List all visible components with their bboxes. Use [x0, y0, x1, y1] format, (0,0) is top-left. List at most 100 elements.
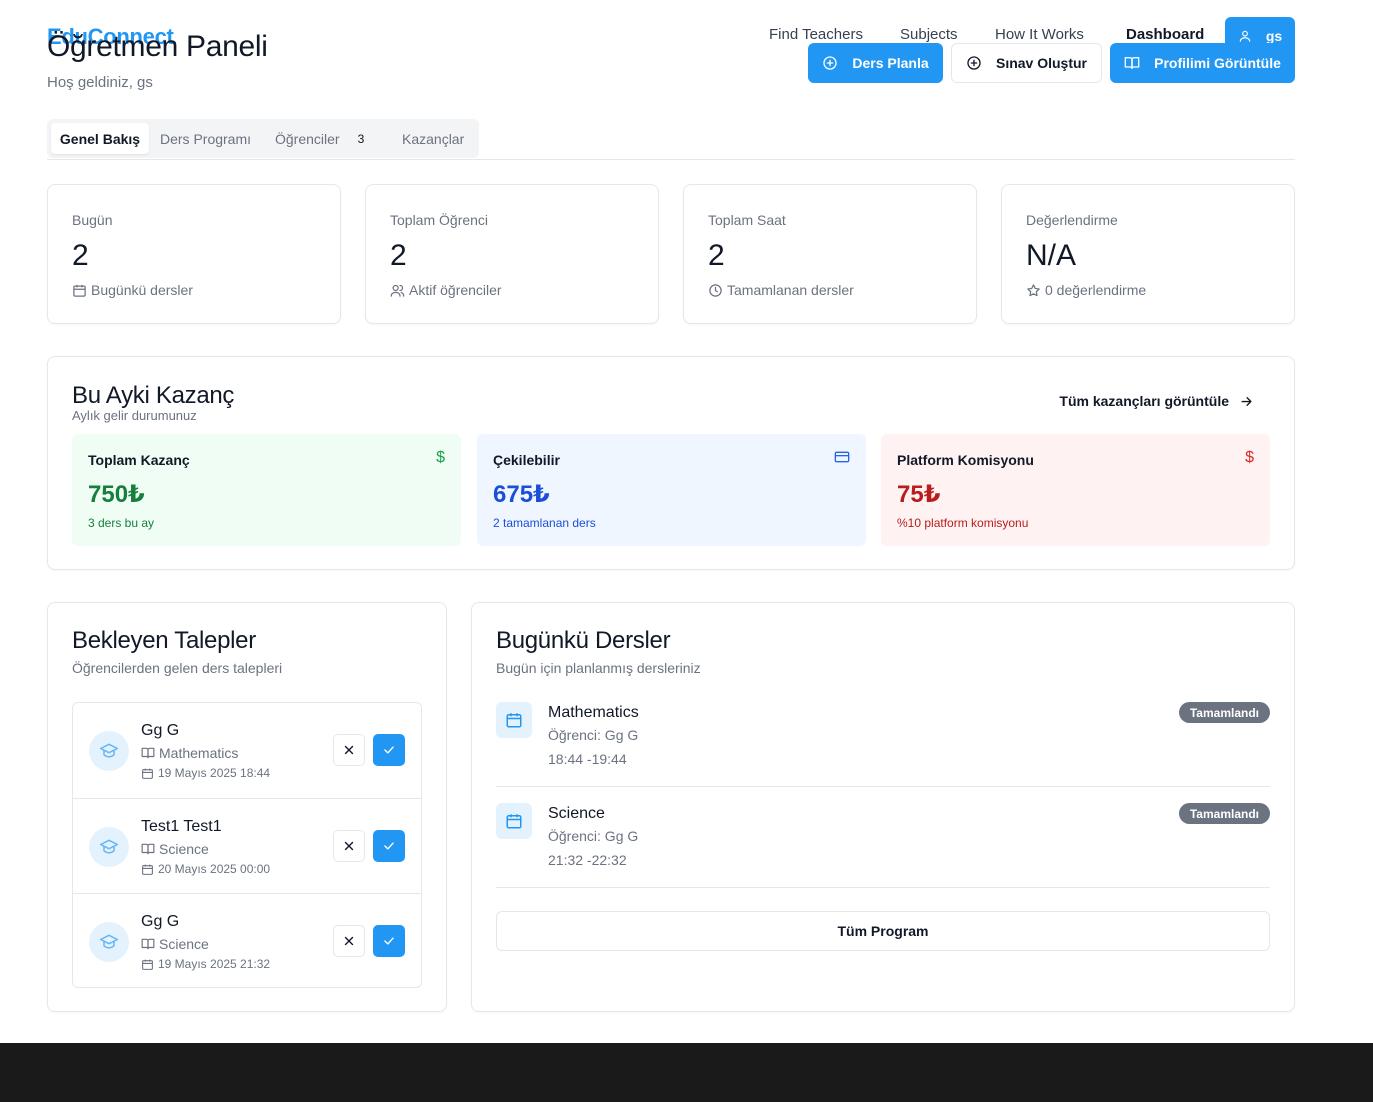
user-name: gs: [1265, 28, 1283, 44]
view-all-earnings-link[interactable]: Tüm kazançları görüntüle: [1059, 393, 1254, 409]
dollar-icon: $: [1245, 449, 1254, 466]
accept-request-button[interactable]: [373, 925, 405, 957]
book-open-icon: [141, 746, 155, 760]
stat-card-rating: Değerlendirme N/A 0 değerlendirme: [1001, 184, 1295, 324]
tab-earnings[interactable]: Kazançlar: [402, 123, 464, 154]
stat-value: 2: [72, 239, 89, 272]
user-icon: [1238, 29, 1252, 43]
check-icon: [382, 934, 396, 948]
stat-card-hours: Toplam Saat 2 Tamamlanan dersler: [683, 184, 977, 324]
request-date: 20 Mayıs 2025 00:00: [158, 862, 271, 876]
request-item: Gg G Mathematics 19 Mayıs 2025 18:44: [73, 703, 421, 798]
graduation-cap-icon: [89, 827, 129, 867]
dollar-icon: $: [436, 449, 445, 466]
lesson-subject: Science: [548, 805, 605, 822]
calendar-icon: [496, 702, 532, 738]
earnings-card: Bu Ayki Kazanç Aylık gelir durumunuz Tüm…: [47, 356, 1295, 570]
create-exam-label: Sınav Oluştur: [995, 55, 1088, 71]
earnings-title: Bu Ayki Kazanç: [72, 382, 235, 409]
tab-bar: Genel Bakış Ders Programı Öğrenciler 3 K…: [47, 119, 479, 158]
calendar-icon: [141, 767, 154, 780]
calendar-icon: [496, 803, 532, 839]
lesson-student: Öğrenci: Gg G: [548, 828, 639, 844]
lesson-time: 18:44 -19:44: [548, 751, 627, 767]
pending-subtitle: Öğrencilerden gelen ders talepleri: [72, 660, 283, 676]
stat-value: 2: [708, 239, 725, 272]
plus-circle-icon: [822, 55, 838, 71]
reject-request-button[interactable]: [333, 734, 365, 766]
request-student-name: Gg G: [141, 913, 180, 930]
stat-label: Değerlendirme: [1026, 212, 1118, 228]
close-icon: [342, 743, 356, 757]
earnings-box-label: Toplam Kazanç: [88, 452, 190, 468]
tabs-divider: [47, 159, 1295, 160]
arrow-right-icon: [1239, 394, 1254, 409]
earnings-box-note: %10 platform komisyonu: [897, 516, 1029, 530]
request-item: Gg G Science 19 Mayıs 2025 21:32: [73, 893, 421, 988]
today-title: Bugünkü Dersler: [496, 627, 671, 654]
nav-dashboard[interactable]: Dashboard: [1126, 26, 1204, 43]
check-icon: [382, 743, 396, 757]
nav-find-teachers[interactable]: Find Teachers: [769, 26, 863, 43]
earnings-box-value: 75₺: [897, 481, 941, 508]
graduation-cap-icon: [89, 922, 129, 962]
earnings-subtitle: Aylık gelir durumunuz: [72, 408, 197, 423]
plan-lesson-button[interactable]: Ders Planla: [808, 43, 943, 83]
reject-request-button[interactable]: [333, 830, 365, 862]
earnings-box-value: 750₺: [88, 481, 145, 508]
check-icon: [382, 839, 396, 853]
create-exam-button[interactable]: Sınav Oluştur: [951, 43, 1102, 83]
today-subtitle: Bugün için planlanmış dersleriniz: [496, 660, 701, 676]
earnings-box-note: 2 tamamlanan ders: [493, 516, 596, 530]
stat-label: Toplam Saat: [708, 212, 786, 228]
book-open-icon: [141, 842, 155, 856]
earnings-withdrawable-box: Çekilebilir 675₺ 2 tamamlanan ders: [477, 434, 866, 546]
status-badge: Tamamlandı: [1178, 702, 1270, 723]
full-schedule-button[interactable]: Tüm Program: [496, 911, 1270, 951]
close-icon: [342, 839, 356, 853]
stat-label: Toplam Öğrenci: [390, 212, 489, 228]
close-icon: [342, 934, 356, 948]
earnings-box-note: 3 ders bu ay: [88, 516, 155, 530]
lesson-item[interactable]: Science Öğrenci: Gg G 21:32 -22:32 Tamam…: [496, 803, 1270, 888]
accept-request-button[interactable]: [373, 734, 405, 766]
today-lessons-card: Bugünkü Dersler Bugün için planlanmış de…: [471, 602, 1295, 1012]
calendar-icon: [141, 958, 154, 971]
view-all-earnings-label: Tüm kazançları görüntüle: [1059, 393, 1229, 409]
pending-request-list: Gg G Mathematics 19 Mayıs 2025 18:44 Tes…: [72, 702, 422, 988]
stat-value: 2: [390, 239, 407, 272]
view-profile-button[interactable]: Profilimi Görüntüle: [1110, 43, 1295, 83]
page-title: Öğretmen Paneli: [47, 30, 268, 63]
stat-sub: Bugünkü dersler: [91, 282, 193, 298]
request-student-name: Test1 Test1: [141, 818, 222, 835]
star-icon: [1026, 283, 1041, 298]
tab-overview[interactable]: Genel Bakış: [51, 123, 149, 154]
nav-how-it-works[interactable]: How It Works: [995, 26, 1084, 43]
tab-students[interactable]: Öğrenciler 3: [275, 123, 364, 154]
tab-schedule[interactable]: Ders Programı: [160, 123, 251, 154]
book-open-icon: [141, 937, 155, 951]
calendar-icon: [72, 283, 87, 298]
accept-request-button[interactable]: [373, 830, 405, 862]
users-icon: [390, 283, 405, 298]
lesson-item[interactable]: Mathematics Öğrenci: Gg G 18:44 -19:44 T…: [496, 702, 1270, 787]
tab-students-label: Öğrenciler: [275, 130, 340, 147]
welcome-text: Hoş geldiniz, gs: [47, 74, 153, 91]
pending-requests-card: Bekleyen Talepler Öğrencilerden gelen de…: [47, 602, 447, 1012]
request-date: 19 Mayıs 2025 21:32: [158, 957, 271, 971]
stat-value: N/A: [1026, 239, 1077, 272]
earnings-box-label: Platform Komisyonu: [897, 452, 1034, 468]
lesson-time: 21:32 -22:32: [548, 852, 627, 868]
reject-request-button[interactable]: [333, 925, 365, 957]
students-count-badge: 3: [357, 131, 365, 146]
earnings-box-value: 675₺: [493, 481, 550, 508]
stat-sub: 0 değerlendirme: [1045, 282, 1147, 298]
calendar-icon: [141, 863, 154, 876]
lesson-student: Öğrenci: Gg G: [548, 727, 639, 743]
nav-subjects[interactable]: Subjects: [900, 26, 958, 43]
plus-circle-icon: [966, 55, 982, 71]
earnings-commission-box: Platform Komisyonu $ 75₺ %10 platform ko…: [881, 434, 1270, 546]
lesson-subject: Mathematics: [548, 704, 639, 721]
view-profile-label: Profilimi Görüntüle: [1154, 55, 1281, 71]
earnings-box-label: Çekilebilir: [493, 452, 560, 468]
